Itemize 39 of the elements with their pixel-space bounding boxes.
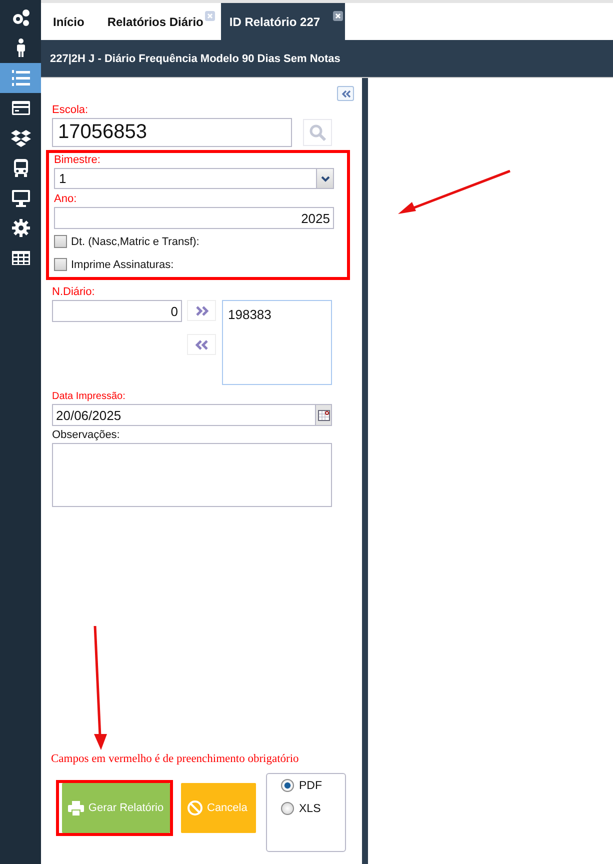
radio-label: XLS bbox=[299, 802, 321, 814]
field-label: Escola: bbox=[52, 104, 88, 116]
bimester-select[interactable]: 1 bbox=[54, 168, 334, 189]
add-button[interactable] bbox=[187, 300, 216, 321]
field-label: Ano: bbox=[54, 193, 78, 205]
required-note: Campos em vermelho é de preenchimento obrigatório bbox=[51, 753, 299, 765]
checkbox[interactable] bbox=[54, 235, 67, 248]
checkbox[interactable] bbox=[54, 258, 67, 271]
radio-button[interactable] bbox=[281, 802, 294, 815]
field-label: Bimestre: bbox=[54, 154, 102, 166]
collapse-button[interactable] bbox=[337, 86, 354, 101]
checkbox-label: Imprime Assinaturas: bbox=[71, 258, 174, 270]
radio-button[interactable] bbox=[281, 779, 294, 792]
close-icon[interactable] bbox=[333, 11, 344, 21]
school-field[interactable]: 17056853 bbox=[52, 118, 292, 147]
printer-icon bbox=[68, 800, 84, 816]
diary-number-field[interactable]: 0 bbox=[52, 300, 182, 322]
date-field[interactable]: 20/06/2025 bbox=[52, 404, 332, 426]
diary-list[interactable]: 198383 bbox=[222, 300, 332, 385]
notes-field[interactable] bbox=[52, 443, 332, 507]
double-chevron-icon bbox=[194, 340, 208, 350]
double-chevron-icon bbox=[340, 90, 350, 98]
field-label: Data Impressão: bbox=[52, 391, 126, 402]
caret-icon bbox=[320, 176, 330, 182]
field-label: Observações: bbox=[52, 429, 120, 441]
prohibited-icon bbox=[187, 800, 203, 816]
field-label: N.Diário: bbox=[52, 286, 95, 298]
remove-button[interactable] bbox=[187, 334, 216, 355]
search-icon bbox=[308, 124, 326, 142]
year-field[interactable]: 2025 bbox=[54, 207, 334, 229]
radio-label: PDF bbox=[299, 780, 322, 792]
report-title: 227|2H J - Diário Frequência Modelo 90 Dias Sem Notas bbox=[50, 52, 340, 64]
tab[interactable]: Início bbox=[52, 3, 106, 40]
double-chevron-icon bbox=[194, 306, 208, 316]
calendar-icon bbox=[318, 410, 330, 420]
tab[interactable]: ID Relatório 227 bbox=[221, 3, 346, 40]
tab[interactable]: Relatórios Diário bbox=[106, 3, 218, 40]
checkbox-label: Dt. (Nasc,Matric e Transf): bbox=[71, 236, 200, 248]
list-item[interactable]: 198383 bbox=[228, 307, 326, 322]
